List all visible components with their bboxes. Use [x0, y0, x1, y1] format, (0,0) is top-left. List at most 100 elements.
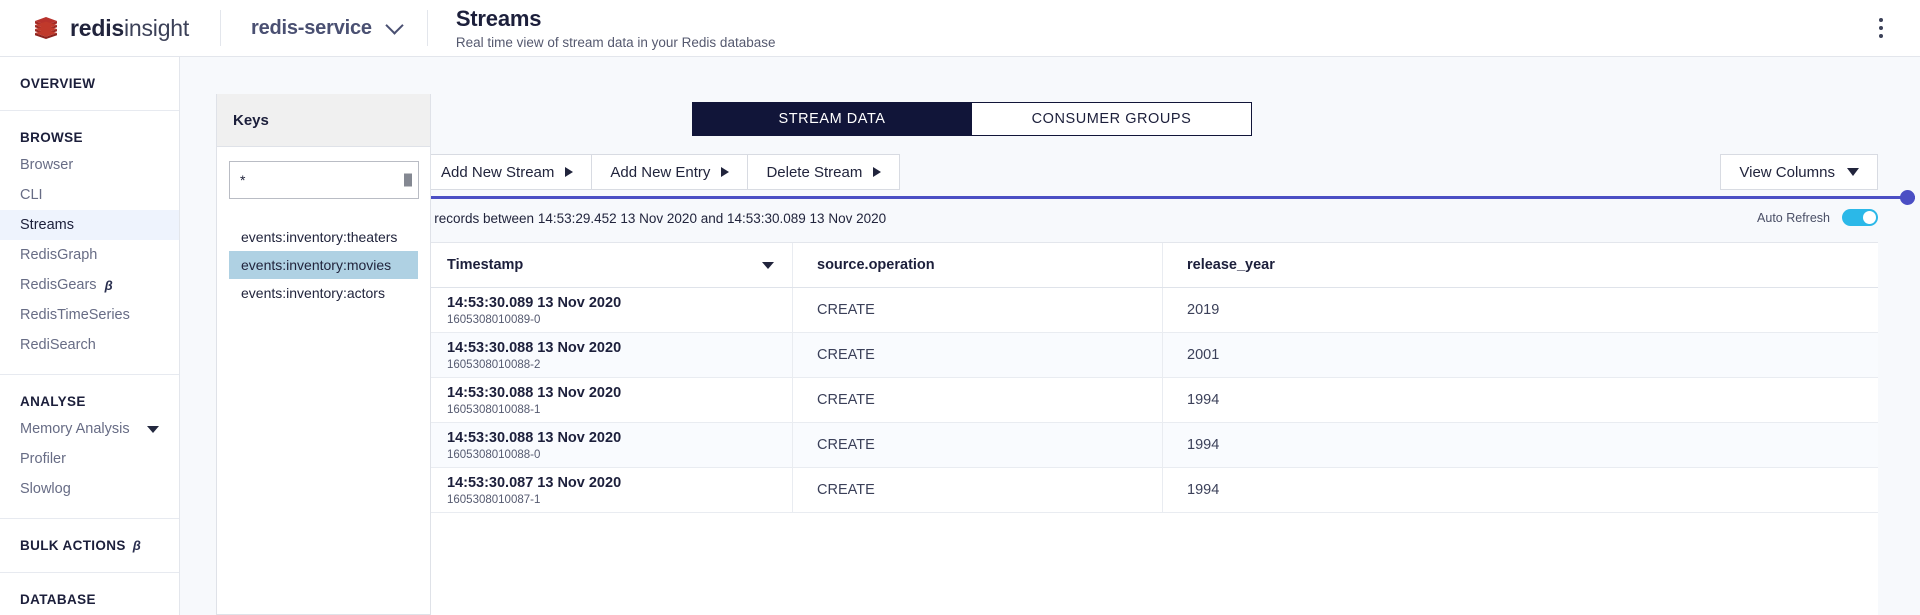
entry-id-value: 1605308010089-0	[447, 314, 792, 326]
column-header-label: source.operation	[817, 257, 935, 273]
sidebar-group-analyse: ANALYSE Memory Analysis Profiler Slowlog	[0, 375, 179, 519]
keys-filter-input[interactable]	[229, 161, 419, 199]
sidebar-item-slowlog[interactable]: Slowlog	[0, 474, 179, 504]
time-range-slider[interactable]	[406, 196, 1915, 199]
sidebar-group-browse: BROWSE Browser CLI Streams RedisGraph Re…	[0, 111, 179, 375]
play-arrow-icon	[873, 167, 881, 177]
database-selector[interactable]: redis-service	[221, 0, 427, 57]
entry-id-value: 1605308010087-1	[447, 494, 792, 506]
sidebar-item-cli[interactable]: CLI	[0, 180, 179, 210]
sidebar-item-label: RediSearch	[20, 337, 96, 353]
sidebar-item-memory-analysis[interactable]: Memory Analysis	[0, 414, 179, 444]
sidebar-item-label: RedisTimeSeries	[20, 307, 130, 323]
main-content: STREAM DATA CONSUMER GROUPS Add New Stre…	[431, 57, 1920, 615]
delete-stream-label: Delete Stream	[766, 164, 862, 181]
sidebar-item-redistimeseries[interactable]: RedisTimeSeries	[0, 300, 179, 330]
cell-release-year: 1994	[1163, 423, 1523, 467]
keys-list: events:inventory:theaters events:invento…	[229, 223, 418, 307]
brand-logo[interactable]: redisinsight	[0, 0, 220, 57]
column-header-source-operation[interactable]: source.operation	[793, 243, 1163, 287]
cell-release-year: 1994	[1163, 378, 1523, 422]
cell-timestamp: 14:53:30.088 13 Nov 2020 1605308010088-1	[423, 378, 793, 422]
view-columns-label: View Columns	[1739, 164, 1835, 181]
cell-timestamp: 14:53:30.089 13 Nov 2020 1605308010089-0	[423, 288, 793, 332]
cell-source-operation: CREATE	[793, 378, 1163, 422]
table-row[interactable]: 14:53:30.087 13 Nov 2020 1605308010087-1…	[423, 468, 1878, 513]
delete-stream-button[interactable]: Delete Stream	[747, 154, 900, 190]
cell-release-year: 2019	[1163, 288, 1523, 332]
records-summary: 3 records between 14:53:29.452 13 Nov 20…	[423, 211, 886, 226]
page-title-block: Streams Real time view of stream data in…	[428, 6, 776, 50]
redis-cube-logo-icon	[32, 14, 60, 42]
sidebar-item-redisearch[interactable]: RediSearch	[0, 330, 179, 360]
sidebar-item-label: RedisGraph	[20, 247, 97, 263]
column-header-release-year[interactable]: release_year	[1163, 243, 1523, 287]
sidebar-heading-label: BULK ACTIONS	[20, 538, 126, 553]
add-new-stream-label: Add New Stream	[441, 164, 554, 181]
timestamp-value: 14:53:30.088 13 Nov 2020	[447, 430, 792, 446]
table-row[interactable]: 14:53:30.088 13 Nov 2020 1605308010088-2…	[423, 333, 1878, 378]
stream-toolbar: Add New Stream Add New Entry Delete Stre…	[422, 154, 899, 190]
sidebar-heading-database[interactable]: DATABASE	[0, 587, 179, 612]
beta-badge: β	[133, 538, 141, 553]
keys-panel-body: events:inventory:theaters events:invento…	[217, 147, 430, 307]
add-new-entry-label: Add New Entry	[610, 164, 710, 181]
timestamp-value: 14:53:30.087 13 Nov 2020	[447, 475, 792, 491]
add-new-stream-button[interactable]: Add New Stream	[422, 154, 592, 190]
page-title: Streams	[456, 6, 776, 31]
view-columns-button[interactable]: View Columns	[1720, 154, 1878, 190]
sidebar-heading-analyse: ANALYSE	[0, 389, 179, 414]
table-header-row: Timestamp source.operation release_year	[423, 243, 1878, 288]
cell-timestamp: 14:53:30.088 13 Nov 2020 1605308010088-2	[423, 333, 793, 377]
cell-timestamp: 14:53:30.088 13 Nov 2020 1605308010088-0	[423, 423, 793, 467]
table-row[interactable]: 14:53:30.089 13 Nov 2020 1605308010089-0…	[423, 288, 1878, 333]
brand-name-light: insight	[124, 15, 189, 41]
top-bar: redisinsight redis-service Streams Real …	[0, 0, 1920, 57]
sidebar-item-streams[interactable]: Streams	[0, 210, 179, 240]
timestamp-value: 14:53:30.089 13 Nov 2020	[447, 295, 792, 311]
slider-handle-end[interactable]	[1900, 190, 1915, 205]
cell-timestamp: 14:53:30.087 13 Nov 2020 1605308010087-1	[423, 468, 793, 512]
kebab-menu-icon[interactable]	[1868, 15, 1894, 41]
brand-name: redisinsight	[70, 15, 189, 42]
tab-bar: STREAM DATA CONSUMER GROUPS	[692, 102, 1252, 136]
timestamp-value: 14:53:30.088 13 Nov 2020	[447, 340, 792, 356]
cell-source-operation: CREATE	[793, 288, 1163, 332]
sidebar-item-profiler[interactable]: Profiler	[0, 444, 179, 474]
tab-stream-data[interactable]: STREAM DATA	[692, 102, 972, 136]
play-arrow-icon	[721, 167, 729, 177]
brand-name-bold: redis	[70, 15, 124, 41]
keys-filter-wrap	[229, 161, 419, 199]
sidebar-item-browser[interactable]: Browser	[0, 150, 179, 180]
auto-refresh-toggle[interactable]	[1842, 209, 1878, 226]
sidebar-group-bulk-actions: BULK ACTIONS β	[0, 519, 179, 573]
cell-release-year: 2001	[1163, 333, 1523, 377]
sidebar-heading-bulk-actions[interactable]: BULK ACTIONS β	[0, 533, 179, 558]
list-item[interactable]: events:inventory:theaters	[229, 223, 418, 251]
keys-panel: Keys events:inventory:theaters events:in…	[216, 94, 431, 615]
sidebar-item-redisgears[interactable]: RedisGears β	[0, 270, 179, 300]
sidebar-group-database: DATABASE	[0, 573, 179, 615]
beta-badge: β	[105, 278, 113, 293]
triangle-down-icon	[147, 426, 159, 433]
stream-data-table: Timestamp source.operation release_year …	[423, 242, 1878, 615]
timestamp-value: 14:53:30.088 13 Nov 2020	[447, 385, 792, 401]
sidebar-item-label: Memory Analysis	[20, 421, 130, 437]
column-header-timestamp[interactable]: Timestamp	[423, 243, 793, 287]
table-row[interactable]: 14:53:30.088 13 Nov 2020 1605308010088-0…	[423, 423, 1878, 468]
add-new-entry-button[interactable]: Add New Entry	[591, 154, 748, 190]
cell-source-operation: CREATE	[793, 423, 1163, 467]
column-header-label: Timestamp	[447, 257, 523, 273]
list-item[interactable]: events:inventory:actors	[229, 279, 418, 307]
database-name: redis-service	[251, 17, 372, 40]
sidebar-item-redisgraph[interactable]: RedisGraph	[0, 240, 179, 270]
tab-consumer-groups[interactable]: CONSUMER GROUPS	[972, 102, 1252, 136]
sidebar-group-overview: OVERVIEW	[0, 57, 179, 111]
sort-descending-icon[interactable]	[762, 262, 774, 269]
sidebar-heading-overview[interactable]: OVERVIEW	[0, 71, 179, 96]
table-row[interactable]: 14:53:30.088 13 Nov 2020 1605308010088-1…	[423, 378, 1878, 423]
cell-release-year: 1994	[1163, 468, 1523, 512]
list-item[interactable]: events:inventory:movies	[229, 251, 418, 279]
key-filter-icon	[404, 174, 412, 187]
keys-panel-title: Keys	[217, 94, 430, 147]
